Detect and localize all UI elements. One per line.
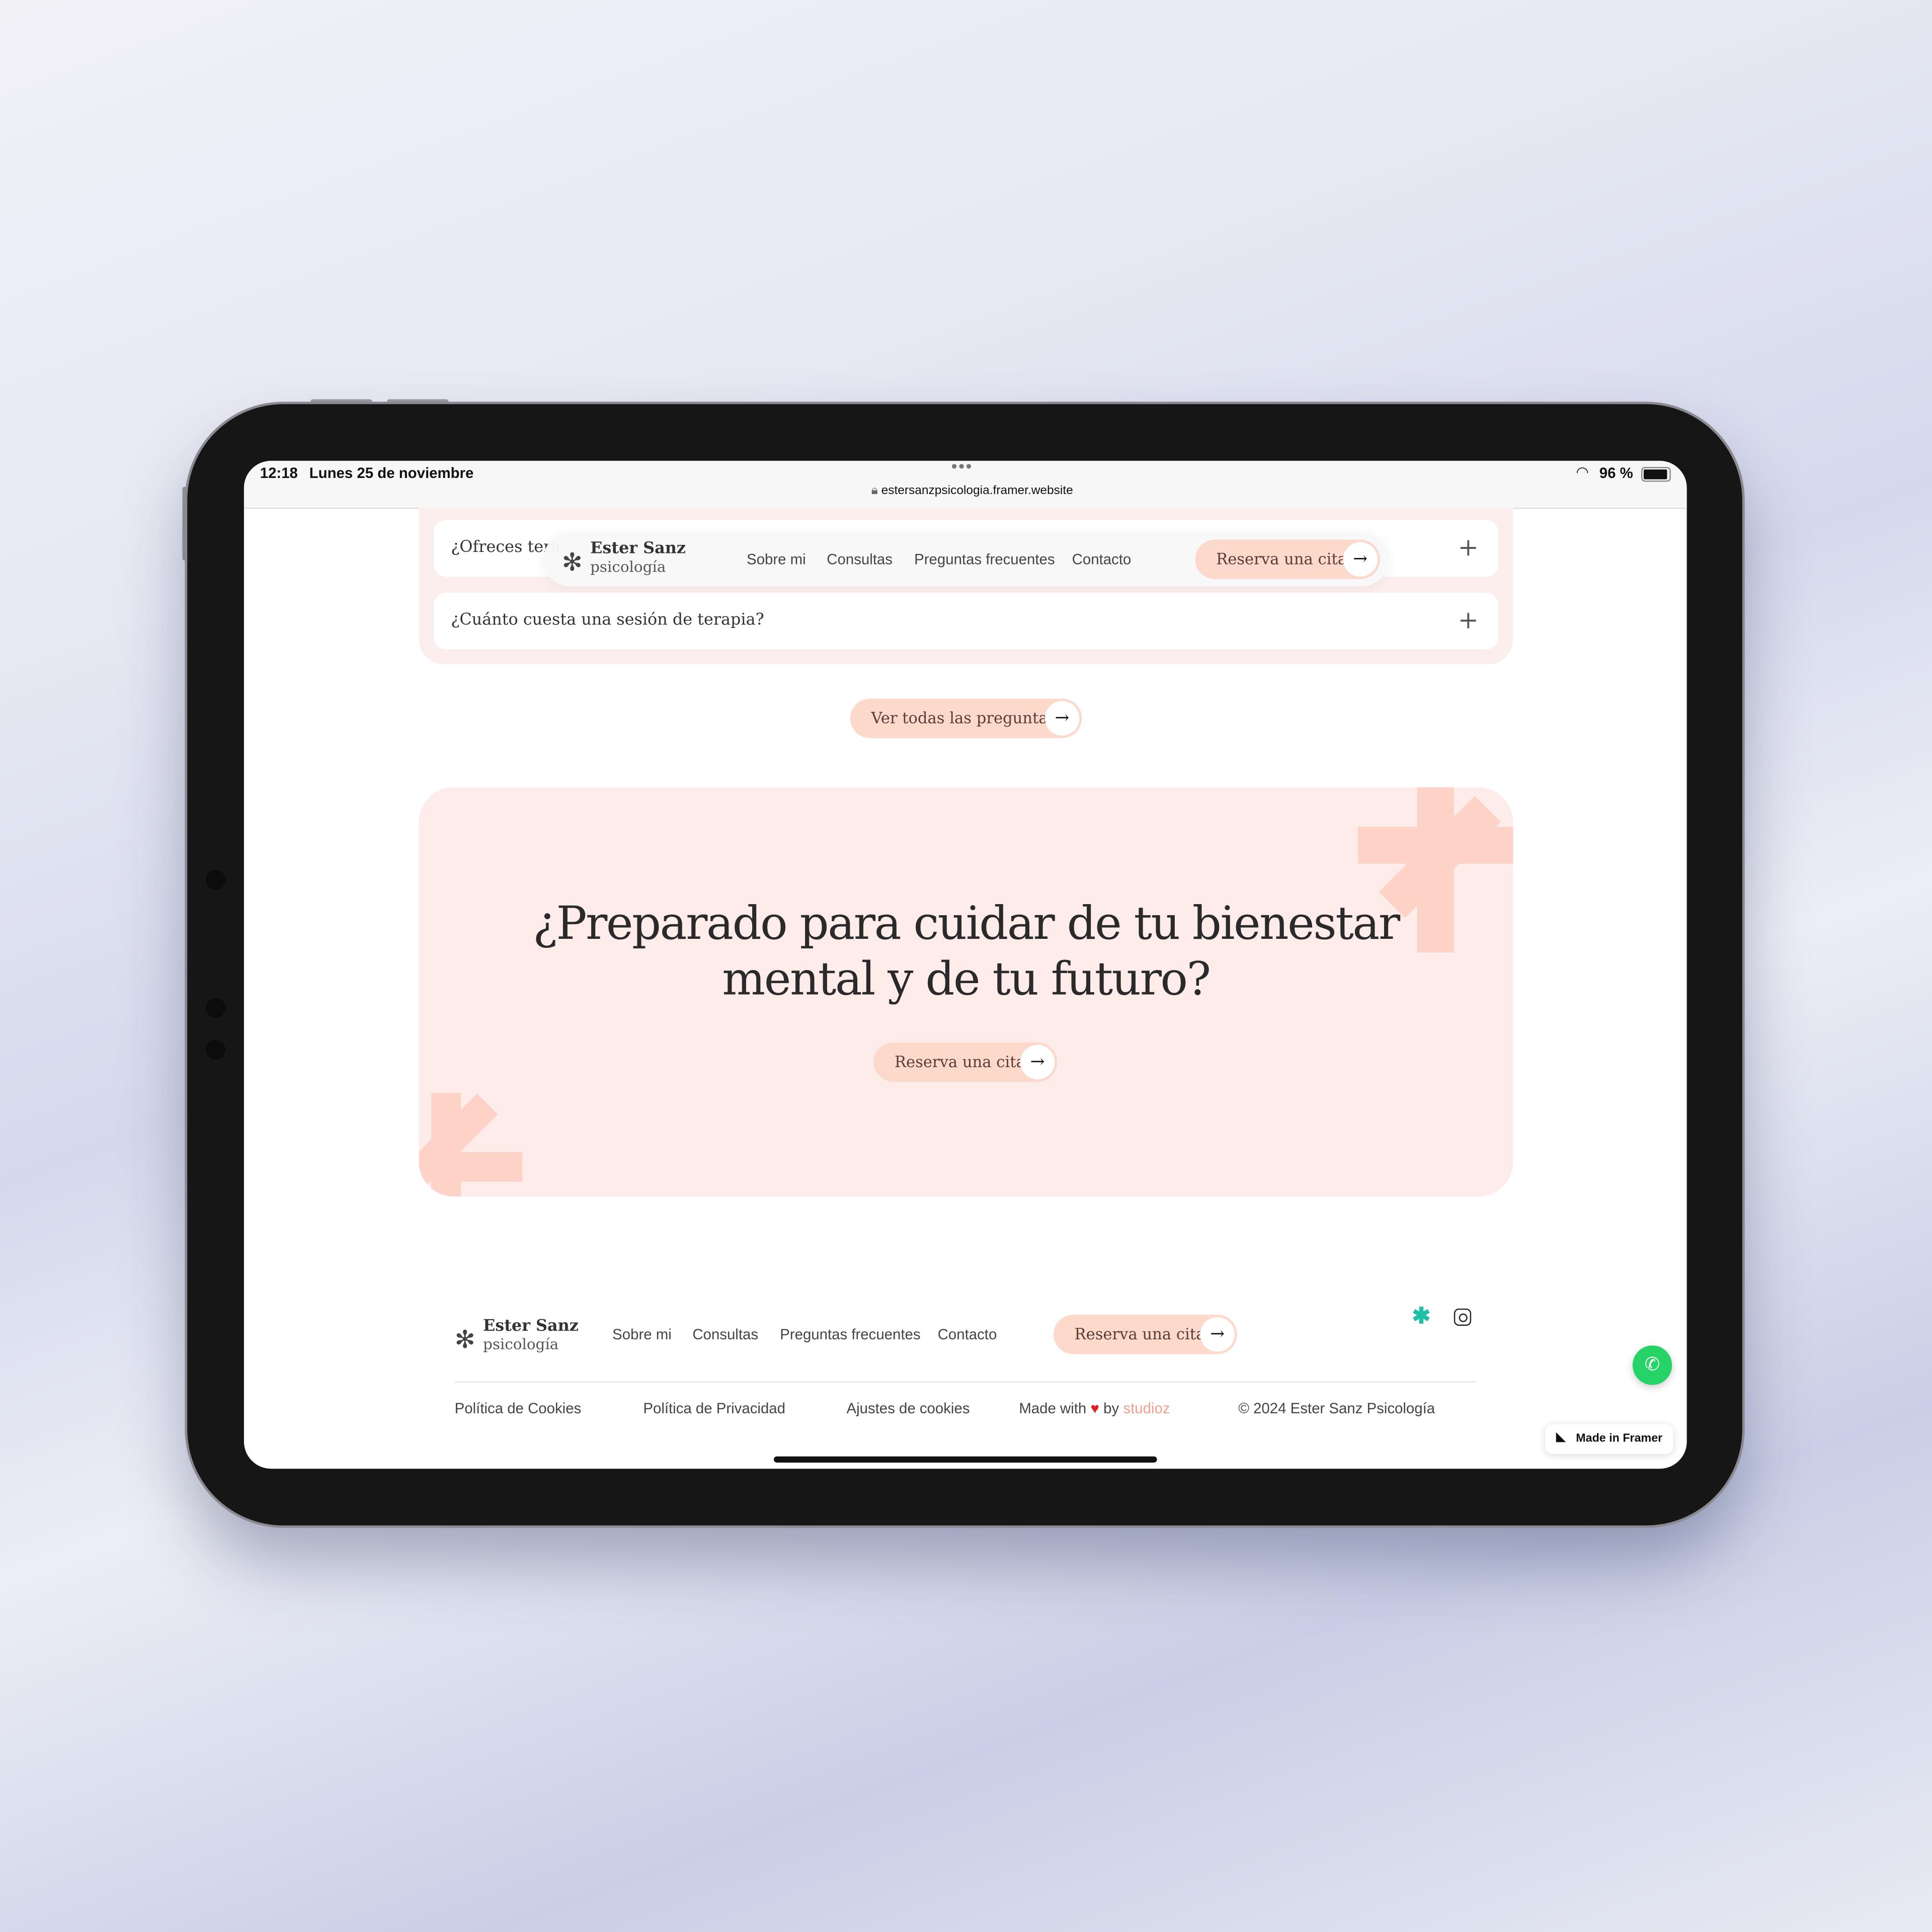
- power-button: [182, 487, 188, 561]
- footer-book-button[interactable]: Reserva una cita →: [1053, 1315, 1237, 1354]
- footer-link-consultas[interactable]: Consultas: [692, 1326, 758, 1343]
- arrow-right-icon: →: [1020, 1044, 1055, 1080]
- footer-link-sobre-mi[interactable]: Sobre mi: [612, 1326, 672, 1343]
- footer-divider: [454, 1381, 1476, 1383]
- home-indicator[interactable]: [773, 1456, 1157, 1463]
- wifi-icon: ◠: [1576, 463, 1589, 481]
- whatsapp-icon: ✆: [1644, 1354, 1660, 1376]
- nav-link-sobre-mi[interactable]: Sobre mi: [747, 551, 806, 568]
- volume-button: [310, 399, 372, 405]
- privacy-policy-link[interactable]: Política de Privacidad: [643, 1400, 785, 1417]
- plus-icon[interactable]: +: [1458, 532, 1479, 562]
- book-appointment-button[interactable]: Reserva una cita →: [1195, 539, 1380, 580]
- heart-icon: ♥: [1090, 1400, 1099, 1417]
- arrow-right-icon: →: [1044, 701, 1080, 736]
- instagram-icon[interactable]: [1454, 1308, 1472, 1326]
- tab-dots-icon[interactable]: •••: [951, 461, 973, 475]
- safari-status-bar: 12:18 Lunes 25 de noviembre ••• 🔒︎ ester…: [244, 460, 1687, 509]
- asterisk-decoration-icon: [419, 1093, 523, 1196]
- address-bar[interactable]: 🔒︎ estersanzpsicologia.framer.website: [737, 484, 1208, 498]
- logo-subtitle: psicología: [483, 1335, 559, 1353]
- logo-name: Ester Sanz: [483, 1317, 579, 1336]
- logo-name: Ester Sanz: [590, 539, 686, 558]
- copyright: © 2024 Ester Sanz Psicología: [1238, 1400, 1435, 1417]
- whatsapp-button[interactable]: ✆: [1632, 1345, 1672, 1385]
- nav-link-faq[interactable]: Preguntas frecuentes: [914, 551, 1055, 568]
- cookies-policy-link[interactable]: Política de Cookies: [455, 1400, 582, 1417]
- faq-question: ¿Cuánto cuesta una sesión de terapia?: [451, 611, 764, 630]
- arrow-right-icon: →: [1200, 1317, 1235, 1352]
- heading-line: ¿Preparado para cuidar de tu bienestar: [533, 897, 1400, 950]
- badge-label: Made in Framer: [1576, 1431, 1663, 1445]
- nav-link-contacto[interactable]: Contacto: [1072, 551, 1132, 568]
- screen: 12:18 Lunes 25 de noviembre ••• 🔒︎ ester…: [244, 460, 1687, 1469]
- button-label: Ver todas las preguntas: [871, 708, 1056, 727]
- made-with-text: Made with: [1019, 1400, 1087, 1417]
- date: Lunes 25 de noviembre: [309, 464, 474, 482]
- url: estersanzpsicologia.framer.website: [881, 484, 1073, 498]
- logo-subtitle: psicología: [590, 558, 666, 576]
- battery-icon: [1641, 467, 1671, 482]
- by-text: by: [1103, 1400, 1119, 1417]
- heading-line: mental y de tu futuro?: [722, 952, 1211, 1006]
- cookie-settings-link[interactable]: Ajustes de cookies: [846, 1400, 970, 1417]
- floating-navbar: ✻ Ester Sanz psicología Sobre mi Consult…: [543, 532, 1389, 587]
- sensor: [205, 1039, 226, 1060]
- cta-card: ¿Preparado para cuidar de tu bienestar m…: [419, 787, 1513, 1196]
- doctoralia-icon[interactable]: ✱: [1412, 1304, 1431, 1329]
- plus-icon[interactable]: +: [1458, 605, 1479, 634]
- see-all-questions-button[interactable]: Ver todas las preguntas →: [850, 698, 1082, 738]
- button-label: Reserva una cita: [1074, 1324, 1205, 1343]
- arrow-right-icon: →: [1343, 542, 1378, 577]
- time: 12:18: [260, 464, 298, 482]
- studio-link[interactable]: studioz: [1123, 1400, 1170, 1417]
- made-in-framer-badge[interactable]: ◣ Made in Framer: [1545, 1424, 1673, 1454]
- flower-logo-icon: ✻: [561, 547, 583, 577]
- footer-link-contacto[interactable]: Contacto: [938, 1326, 997, 1343]
- sensor: [205, 998, 226, 1018]
- button-label: Reserva una cita: [1216, 549, 1347, 568]
- footer-link-faq[interactable]: Preguntas frecuentes: [780, 1326, 920, 1343]
- battery-percent: 96 %: [1599, 464, 1633, 482]
- cta-book-button[interactable]: Reserva una cita →: [873, 1042, 1058, 1082]
- button-label: Reserva una cita: [894, 1052, 1025, 1071]
- made-with-credit: Made with ♥ by studioz: [1019, 1400, 1170, 1417]
- faq-item[interactable]: ¿Cuánto cuesta una sesión de terapia? +: [434, 592, 1498, 650]
- framer-icon: ◣: [1556, 1430, 1565, 1444]
- cta-heading: ¿Preparado para cuidar de tu bienestar m…: [419, 896, 1513, 1006]
- nav-link-consultas[interactable]: Consultas: [827, 551, 893, 568]
- camera: [205, 869, 226, 890]
- volume-button: [386, 399, 449, 405]
- flower-logo-icon: ✻: [454, 1324, 475, 1354]
- lock-icon: 🔒︎: [871, 484, 878, 498]
